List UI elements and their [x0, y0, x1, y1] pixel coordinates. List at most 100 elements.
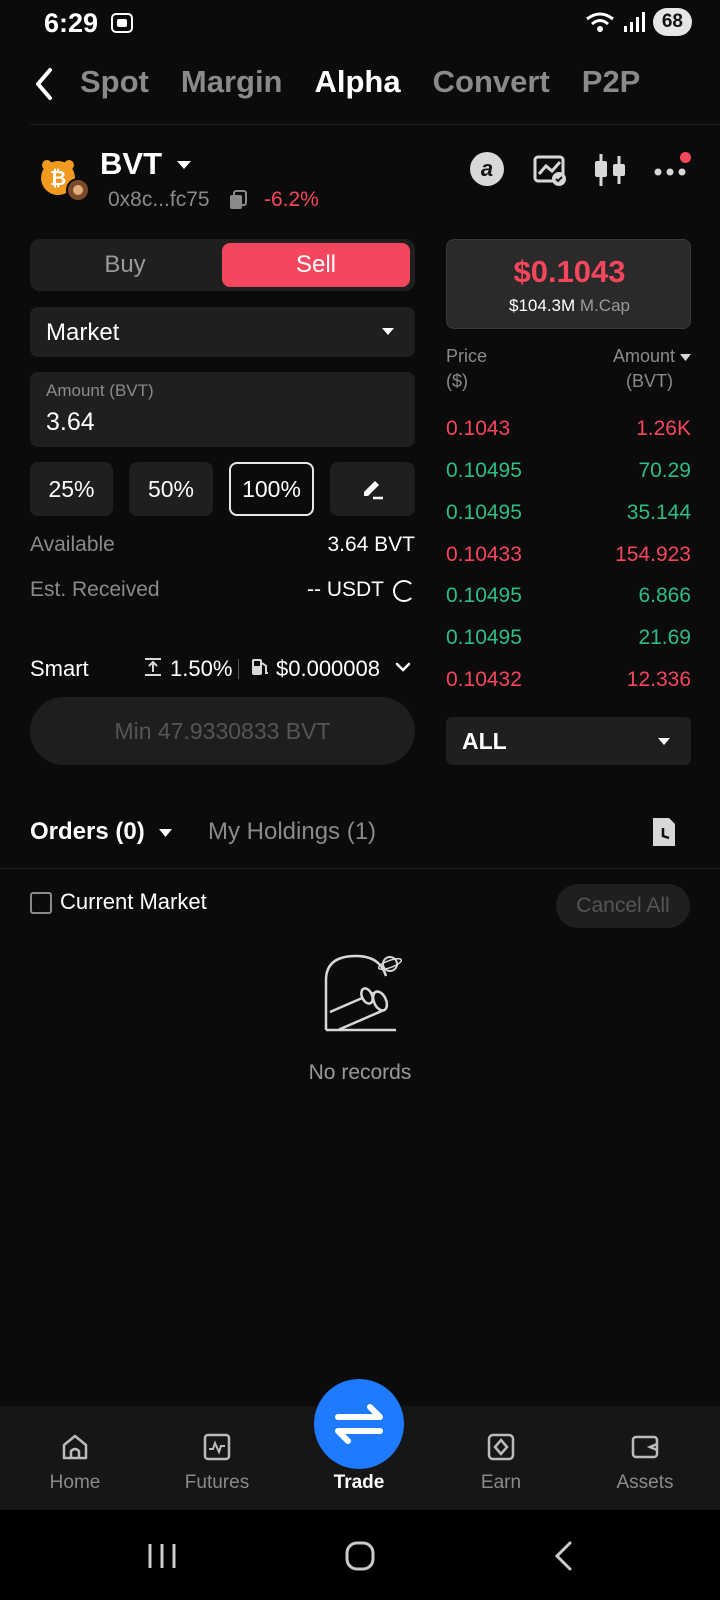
orderbook-price: 0.10495 [446, 501, 522, 524]
amount-input[interactable]: Amount (BVT) 3.64 [30, 372, 415, 447]
market-cap: $104.3M M.Cap [447, 296, 692, 316]
token-address: 0x8c...fc75 [108, 188, 210, 211]
buy-tab[interactable]: Buy [30, 239, 220, 291]
amount-value[interactable]: 3.64 [46, 408, 95, 437]
buy-sell-toggle: Buy Sell [30, 239, 415, 291]
swap-icon [335, 1404, 383, 1444]
orderbook-row[interactable]: 0.10495 70.29 [446, 459, 691, 489]
orderbook-amount: 21.69 [638, 626, 691, 649]
orderbook-filter-select[interactable]: ALL [446, 717, 691, 765]
pct-25-button[interactable]: 25% [30, 462, 113, 516]
orderbook-amount: 6.866 [638, 584, 691, 607]
tab-margin[interactable]: Margin [181, 64, 283, 100]
nav-futures[interactable]: Futures [162, 1406, 272, 1510]
orderbook-amount: 35.144 [626, 501, 691, 524]
system-nav-bar [0, 1510, 720, 1600]
battery-level: 68 [652, 8, 692, 36]
nav-home-label: Home [49, 1472, 101, 1493]
orderbook-price: 0.10495 [446, 584, 522, 607]
price-card: $0.1043 $104.3M M.Cap [446, 239, 691, 329]
orderbook-amount: 1.26K [636, 417, 691, 440]
home-button-icon[interactable] [344, 1540, 376, 1572]
tab-spot[interactable]: Spot [80, 64, 149, 100]
available-value: 3.64 BVT [327, 533, 415, 556]
orderbook-row[interactable]: 0.10495 35.144 [446, 501, 691, 531]
nav-trade-label: Trade [333, 1472, 385, 1493]
nav-earn-label: Earn [480, 1472, 522, 1493]
est-received-label: Est. Received [30, 578, 160, 601]
nav-futures-label: Futures [184, 1472, 250, 1493]
caret-down-icon[interactable] [159, 829, 172, 837]
current-market-label[interactable]: Current Market [60, 889, 207, 915]
amount-header-label: Amount [612, 346, 675, 366]
wallet-icon [631, 1435, 659, 1459]
orders-divider [0, 868, 720, 869]
nav-home[interactable]: Home [20, 1406, 130, 1510]
tab-orders[interactable]: Orders (0) [30, 818, 145, 846]
gas-fee-value[interactable]: $0.000008 [276, 656, 380, 682]
slippage-icon[interactable] [143, 657, 163, 677]
top-nav: Spot Margin Alpha Convert P2P [0, 58, 720, 124]
chevron-down-icon[interactable] [395, 661, 411, 673]
order-type-select[interactable]: Market [30, 307, 415, 357]
orderbook-price: 0.10495 [446, 626, 522, 649]
caret-down-icon[interactable] [176, 160, 192, 170]
chart-settings-icon[interactable] [532, 152, 568, 188]
smart-label: Smart [30, 656, 89, 681]
status-icons: 68 [585, 8, 692, 36]
tab-alpha[interactable]: Alpha [315, 64, 401, 100]
tab-my-holdings[interactable]: My Holdings (1) [208, 818, 376, 846]
orderbook-price: 0.10495 [446, 459, 522, 482]
orderbook-row[interactable]: 0.1043 1.26K [446, 417, 691, 447]
pct-50-button[interactable]: 50% [129, 462, 213, 516]
available-label: Available [30, 533, 115, 556]
token-symbol[interactable]: BVT [100, 146, 162, 182]
signal-icon [623, 12, 645, 32]
orderbook-row[interactable]: 0.10495 21.69 [446, 626, 691, 656]
notification-dot [680, 152, 691, 163]
alpha-icon[interactable]: a [470, 152, 504, 186]
history-icon[interactable] [650, 816, 678, 848]
orderbook-price: 0.10432 [446, 668, 522, 691]
trade-button[interactable] [314, 1379, 404, 1469]
orderbook-row[interactable]: 0.10433 154.923 [446, 543, 691, 573]
orderbook-amount: 70.29 [638, 459, 691, 482]
caret-down-icon [658, 738, 670, 745]
price-header: Price ($) [446, 344, 487, 394]
caret-down-icon [680, 354, 691, 361]
orderbook-filter-label: ALL [462, 728, 507, 754]
tab-convert[interactable]: Convert [433, 64, 550, 100]
edit-icon [363, 481, 383, 500]
sell-submit-button[interactable]: Min 47.9330833 BVT [30, 697, 415, 765]
futures-icon [203, 1433, 231, 1461]
current-price: $0.1043 [513, 254, 626, 289]
pct-100-button[interactable]: 100% [229, 462, 314, 516]
candlestick-icon[interactable] [592, 152, 628, 188]
loading-spinner-icon [393, 580, 415, 602]
sell-tab[interactable]: Sell [222, 243, 410, 287]
current-market-checkbox[interactable] [30, 892, 52, 914]
orderbook-row[interactable]: 0.10495 6.866 [446, 584, 691, 614]
nav-assets[interactable]: Assets [590, 1406, 700, 1510]
tab-p2p[interactable]: P2P [582, 64, 641, 100]
orderbook-row[interactable]: 0.10432 12.336 [446, 668, 691, 698]
home-icon [62, 1434, 88, 1460]
price-header-unit: ($) [446, 371, 468, 391]
slippage-value[interactable]: 1.50% [170, 656, 232, 682]
amount-header[interactable]: Amount (BVT) [580, 344, 691, 394]
recent-apps-icon[interactable] [146, 1542, 178, 1570]
custom-pct-button[interactable] [330, 462, 415, 516]
market-cap-value: $104.3M [509, 296, 576, 315]
gas-icon[interactable] [250, 657, 270, 677]
earn-icon [487, 1433, 515, 1461]
system-back-icon[interactable] [552, 1540, 576, 1572]
status-bar: 6:29 68 [0, 0, 720, 46]
nav-assets-label: Assets [616, 1472, 674, 1493]
orderbook-price: 0.10433 [446, 543, 522, 566]
nav-earn[interactable]: Earn [446, 1406, 556, 1510]
status-time: 6:29 [44, 8, 99, 38]
cancel-all-button[interactable]: Cancel All [556, 884, 690, 928]
back-arrow-icon[interactable] [30, 66, 60, 102]
empty-state-text: No records [308, 1061, 412, 1084]
copy-icon[interactable] [229, 190, 247, 210]
